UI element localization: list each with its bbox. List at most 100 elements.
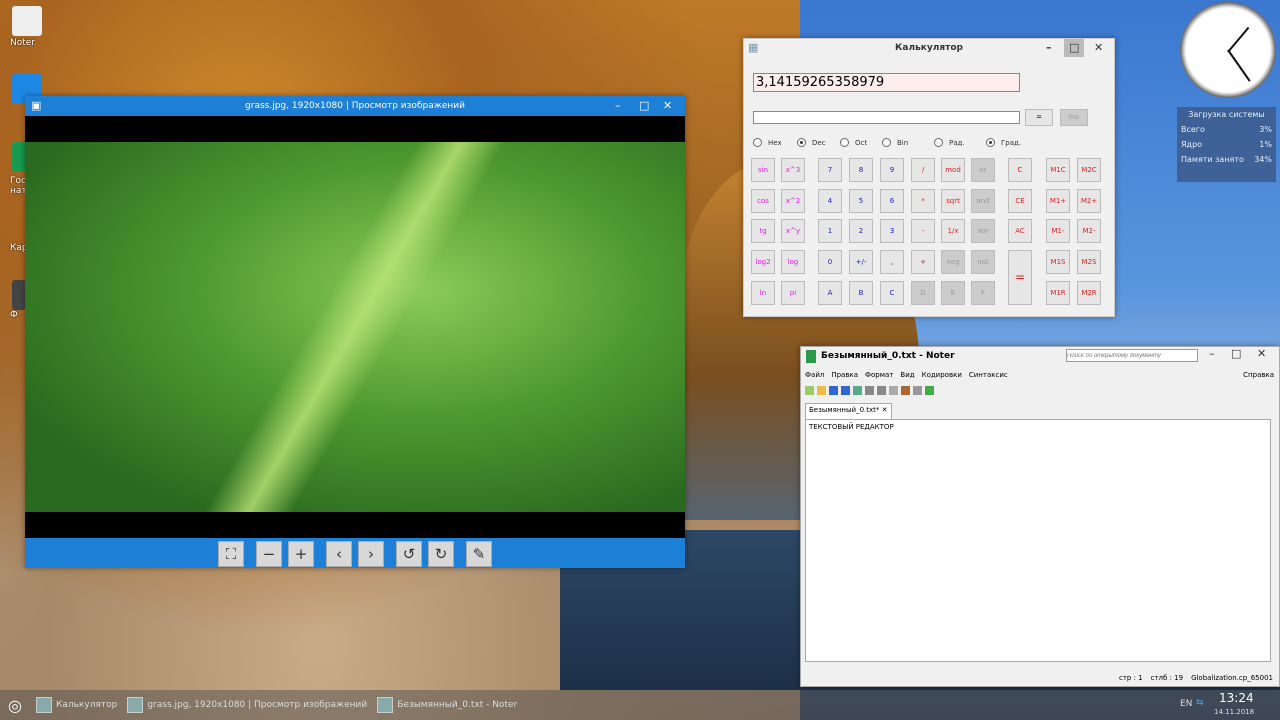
calc-button-sin[interactable]: sin: [751, 158, 775, 182]
equals-button[interactable]: =: [1025, 109, 1053, 126]
undo-icon[interactable]: [853, 386, 862, 395]
cut-icon[interactable]: [877, 386, 886, 395]
calc-button-+/-[interactable]: +/-: [849, 250, 873, 274]
maximize-button[interactable]: □: [639, 96, 649, 116]
calc-button-C[interactable]: C: [880, 281, 904, 305]
open-icon[interactable]: [817, 386, 826, 395]
previous-button[interactable]: ‹: [326, 541, 352, 567]
document-search-input[interactable]: [1066, 349, 1198, 362]
minimize-button[interactable]: –: [1209, 347, 1215, 360]
calc-button-,[interactable]: ,: [880, 250, 904, 274]
calc-button-M2-[interactable]: M2-: [1077, 219, 1101, 243]
calc-button-6[interactable]: 6: [880, 189, 904, 213]
calc-button-B[interactable]: B: [849, 281, 873, 305]
expression-input[interactable]: [753, 111, 1020, 124]
calc-button-not[interactable]: not: [971, 250, 995, 274]
radio-град.[interactable]: Град.: [986, 138, 1021, 147]
calc-button-log2[interactable]: log2: [751, 250, 775, 274]
calc-button-F[interactable]: F: [971, 281, 995, 305]
result-display[interactable]: 3,14159265358979: [753, 73, 1020, 92]
calc-button-E[interactable]: E: [941, 281, 965, 305]
text-editor[interactable]: ТЕКСТОВЫЙ РЕДАКТОР: [805, 419, 1271, 662]
clock-time[interactable]: 13:24: [1219, 691, 1254, 705]
menu-help[interactable]: Справка: [1243, 371, 1274, 379]
minimize-button[interactable]: –: [1046, 39, 1052, 57]
calc-button-M1-[interactable]: M1-: [1046, 219, 1070, 243]
close-button[interactable]: ✕: [1094, 39, 1103, 57]
calc-button-or[interactable]: or: [971, 158, 995, 182]
calc-button--[interactable]: -: [911, 219, 935, 243]
calc-button-M2+[interactable]: M2+: [1077, 189, 1101, 213]
copy-icon[interactable]: [889, 386, 898, 395]
maximize-button[interactable]: □: [1231, 347, 1241, 360]
language-indicator[interactable]: EN: [1180, 699, 1192, 709]
calc-button-M1+[interactable]: M1+: [1046, 189, 1070, 213]
calc-button-x^3[interactable]: x^3: [781, 158, 805, 182]
title-bar[interactable]: Калькулятор ▦ – □ ✕: [744, 39, 1114, 59]
calc-button-D[interactable]: D: [911, 281, 935, 305]
calc-button-1/x[interactable]: 1/x: [941, 219, 965, 243]
menu-3[interactable]: Вид: [900, 371, 914, 379]
calc-button-and[interactable]: and: [971, 189, 995, 213]
redo-icon[interactable]: [865, 386, 874, 395]
save-all-icon[interactable]: [841, 386, 850, 395]
calc-button-sqrt[interactable]: sqrt: [941, 189, 965, 213]
taskbar-task[interactable]: Безымянный_0.txt - Noter: [377, 697, 517, 713]
calc-button-AC[interactable]: AC: [1008, 219, 1032, 243]
calc-button-2[interactable]: 2: [849, 219, 873, 243]
calc-button-9[interactable]: 9: [880, 158, 904, 182]
menu-2[interactable]: Формат: [865, 371, 893, 379]
menu-5[interactable]: Синтаксис: [969, 371, 1008, 379]
calc-button-neg[interactable]: neg: [941, 250, 965, 274]
calc-button-M2C[interactable]: M2C: [1077, 158, 1101, 182]
calc-button-log[interactable]: log: [781, 250, 805, 274]
calc-button-3[interactable]: 3: [880, 219, 904, 243]
calc-button-x^y[interactable]: x^y: [781, 219, 805, 243]
calc-button-cos[interactable]: cos: [751, 189, 775, 213]
title-bar[interactable]: grass.jpg, 1920x1080 | Просмотр изображе…: [25, 96, 685, 116]
zoom-in-button[interactable]: +: [288, 541, 314, 567]
menu-0[interactable]: Файл: [805, 371, 824, 379]
calc-button-1[interactable]: 1: [818, 219, 842, 243]
calc-button-mod[interactable]: mod: [941, 158, 965, 182]
calc-button-*[interactable]: *: [911, 189, 935, 213]
calc-button-M2R[interactable]: M2R: [1077, 281, 1101, 305]
calc-button-M1R[interactable]: M1R: [1046, 281, 1070, 305]
tab-document[interactable]: Безымянный_0.txt* ✕: [805, 403, 892, 419]
eraser-button[interactable]: ✎: [466, 541, 492, 567]
menu-4[interactable]: Кодировки: [922, 371, 962, 379]
calc-button-C[interactable]: C: [1008, 158, 1032, 182]
close-tab-icon[interactable]: ✕: [882, 406, 888, 414]
radio-dec[interactable]: Dec: [797, 138, 826, 147]
calc-button-A[interactable]: A: [818, 281, 842, 305]
calc-button-M1C[interactable]: M1C: [1046, 158, 1070, 182]
next-button[interactable]: ›: [358, 541, 384, 567]
radio-bin[interactable]: Bin: [882, 138, 908, 147]
close-button[interactable]: ✕: [663, 96, 672, 116]
save-icon[interactable]: [829, 386, 838, 395]
network-icon[interactable]: ⇆: [1196, 698, 1204, 708]
calc-button-M1S[interactable]: M1S: [1046, 250, 1070, 274]
calc-button-pi[interactable]: pi: [781, 281, 805, 305]
title-bar[interactable]: Безымянный_0.txt - Noter – □ ✕: [801, 347, 1279, 367]
taskbar-task[interactable]: grass.jpg, 1920x1080 | Просмотр изображе…: [127, 697, 367, 713]
calc-button-M2S[interactable]: M2S: [1077, 250, 1101, 274]
calc-button-8[interactable]: 8: [849, 158, 873, 182]
calc-button-=[interactable]: =: [1008, 250, 1032, 305]
calc-button-0[interactable]: 0: [818, 250, 842, 274]
radio-рад.[interactable]: Рад.: [934, 138, 965, 147]
calc-button-/[interactable]: /: [911, 158, 935, 182]
start-menu-button[interactable]: ◎: [8, 696, 22, 715]
minimize-button[interactable]: –: [615, 96, 621, 116]
zoom-out-button[interactable]: −: [256, 541, 282, 567]
maximize-button[interactable]: □: [1064, 39, 1085, 57]
find-icon[interactable]: [913, 386, 922, 395]
calc-button-5[interactable]: 5: [849, 189, 873, 213]
calc-button-x^2[interactable]: x^2: [781, 189, 805, 213]
close-button[interactable]: ✕: [1257, 347, 1266, 360]
calc-button-tg[interactable]: tg: [751, 219, 775, 243]
new-file-icon[interactable]: [805, 386, 814, 395]
calc-button-4[interactable]: 4: [818, 189, 842, 213]
calc-button-ln[interactable]: ln: [751, 281, 775, 305]
rotate-left-button[interactable]: ↺: [396, 541, 422, 567]
